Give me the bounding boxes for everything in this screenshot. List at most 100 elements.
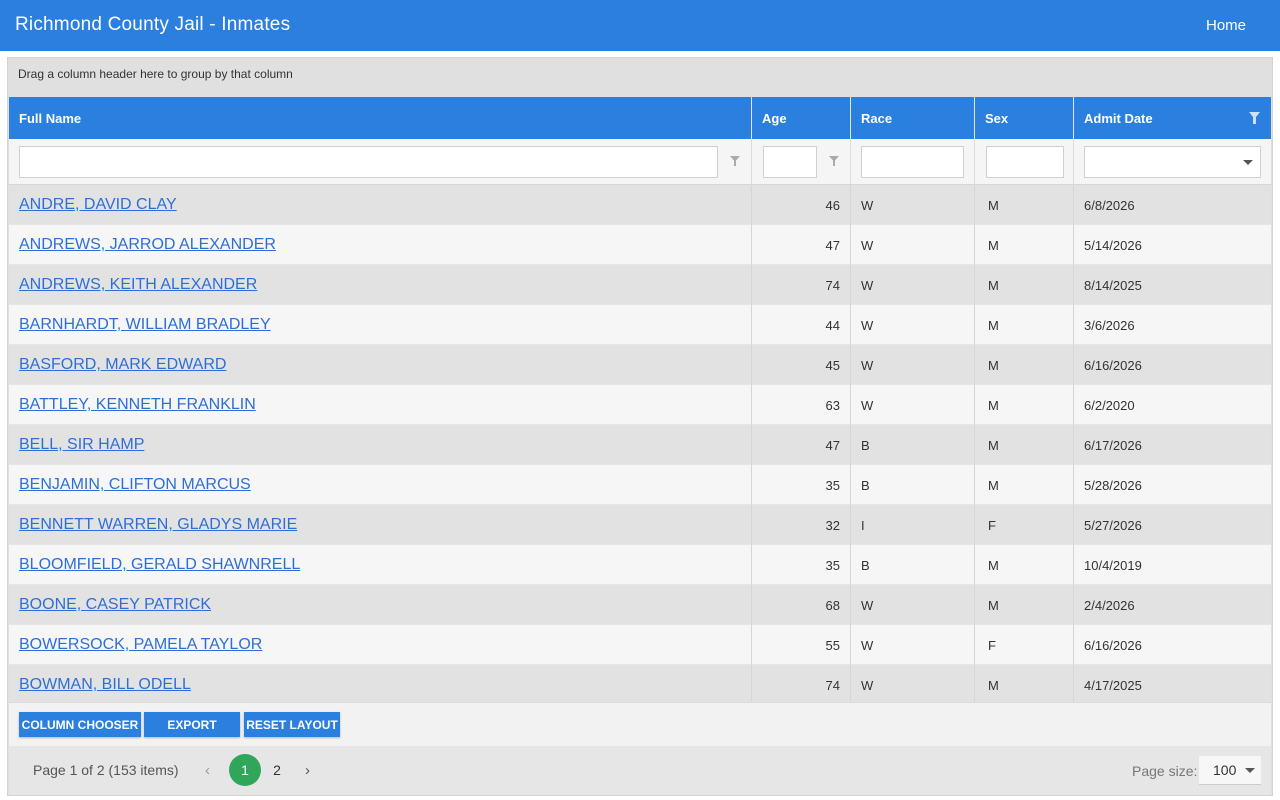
age-cell: 68 (752, 585, 851, 625)
group-panel[interactable]: Drag a column header here to group by th… (8, 58, 1272, 96)
filter-cell-full-name (9, 139, 752, 185)
inmate-name-link[interactable]: BENNETT WARREN, GLADYS MARIE (19, 516, 297, 533)
age-cell: 44 (752, 305, 851, 345)
admit-date-cell: 3/6/2026 (1084, 318, 1135, 333)
pager: Page 1 of 2 (153 items) ‹ 1 2 › Page siz… (9, 746, 1271, 795)
race-cell: B (851, 545, 975, 585)
grid-toolbar: COLUMN CHOOSER EXPORT RESET LAYOUT (9, 702, 1271, 746)
grid-body: ANDRE, DAVID CLAY 46 W M 6/8/2026 ANDREWS, J… (9, 185, 1271, 702)
inmate-name-link[interactable]: BOWMAN, BILL ODELL (19, 676, 191, 693)
inmate-name-link[interactable]: ANDREWS, KEITH ALEXANDER (19, 276, 257, 293)
home-link[interactable]: Home (1206, 17, 1246, 34)
chevron-left-icon[interactable]: ‹ (205, 762, 210, 779)
chevron-down-icon (1245, 768, 1255, 773)
sex-cell: F (975, 505, 1074, 545)
full-name-cell: BOONE, CASEY PATRICK (9, 585, 752, 625)
full-name-cell: BENJAMIN, CLIFTON MARCUS (9, 465, 752, 505)
full-name-cell: BENNETT WARREN, GLADYS MARIE (9, 505, 752, 545)
filter-icon[interactable] (829, 156, 839, 166)
admit-date-cell: 5/28/2026 (1084, 478, 1142, 493)
table-row: BARNHARDT, WILLIAM BRADLEY 44 W M 3/6/2026 (9, 305, 1271, 345)
race-cell: W (851, 625, 975, 665)
table-row: BOONE, CASEY PATRICK 68 W M 2/4/2026 (9, 585, 1271, 625)
sex-cell: M (975, 385, 1074, 425)
app-header: Richmond County Jail - Inmates Home (0, 0, 1280, 51)
admit-date-cell: 2/4/2026 (1084, 598, 1135, 613)
chevron-right-icon[interactable]: › (305, 762, 310, 779)
full-name-cell: BLOOMFIELD, GERALD SHAWNRELL (9, 545, 752, 585)
column-header-full-name[interactable]: Full Name (9, 97, 752, 139)
inmate-name-link[interactable]: BASFORD, MARK EDWARD (19, 356, 226, 373)
filter-icon[interactable] (1249, 112, 1260, 124)
race-cell: W (851, 305, 975, 345)
admit-date-cell: 6/16/2026 (1084, 638, 1142, 653)
race-cell: W (851, 345, 975, 385)
page-button-2[interactable]: 2 (261, 754, 293, 786)
table-row: ANDREWS, JARROD ALEXANDER 47 W M 5/14/2026 (9, 225, 1271, 265)
inmate-name-link[interactable]: ANDRE, DAVID CLAY (19, 196, 177, 213)
table-row: BENJAMIN, CLIFTON MARCUS 35 B M 5/28/2026 (9, 465, 1271, 505)
table-row: BELL, SIR HAMP 47 B M 6/17/2026 (9, 425, 1271, 465)
chevron-down-icon (1243, 160, 1253, 165)
age-cell: 55 (752, 625, 851, 665)
sex-cell: M (975, 305, 1074, 345)
race-filter-input[interactable] (861, 146, 964, 178)
column-header-sex[interactable]: Sex (975, 97, 1074, 139)
filter-icon[interactable] (730, 156, 740, 166)
column-header-row: Full Name Age Race Sex Admit Date (9, 97, 1271, 139)
full-name-filter-input[interactable] (19, 146, 718, 178)
admit-date-cell: 6/16/2026 (1084, 358, 1142, 373)
column-chooser-button[interactable]: COLUMN CHOOSER (19, 712, 141, 737)
page-size-value: 100 (1213, 762, 1237, 778)
page-button-1[interactable]: 1 (229, 754, 261, 786)
table-row: BOWERSOCK, PAMELA TAYLOR 55 W F 6/16/2026 (9, 625, 1271, 665)
page-size-select[interactable]: 100 (1199, 756, 1261, 785)
age-cell: 35 (752, 465, 851, 505)
table-row: BLOOMFIELD, GERALD SHAWNRELL 35 B M 10/4/201… (9, 545, 1271, 585)
admit-date-filter-select[interactable] (1084, 146, 1261, 178)
admit-date-cell: 5/14/2026 (1084, 238, 1142, 253)
inmate-name-link[interactable]: BOWERSOCK, PAMELA TAYLOR (19, 636, 262, 653)
inmate-name-link[interactable]: BLOOMFIELD, GERALD SHAWNRELL (19, 556, 300, 573)
inmate-name-link[interactable]: BATTLEY, KENNETH FRANKLIN (19, 396, 256, 413)
sex-cell: F (975, 625, 1074, 665)
admit-date-cell: 10/4/2019 (1084, 558, 1142, 573)
sex-cell: M (975, 185, 1074, 225)
table-row: BASFORD, MARK EDWARD 45 W M 6/16/2026 (9, 345, 1271, 385)
reset-layout-button[interactable]: RESET LAYOUT (244, 712, 340, 737)
table-row: ANDREWS, KEITH ALEXANDER 74 W M 8/14/2025 (9, 265, 1271, 305)
inmate-name-link[interactable]: ANDREWS, JARROD ALEXANDER (19, 236, 276, 253)
sex-cell: M (975, 425, 1074, 465)
race-cell: W (851, 225, 975, 265)
table-row: BENNETT WARREN, GLADYS MARIE 32 I F 5/27/202… (9, 505, 1271, 545)
full-name-cell: BARNHARDT, WILLIAM BRADLEY (9, 305, 752, 345)
sex-cell: M (975, 545, 1074, 585)
age-cell: 74 (752, 665, 851, 702)
column-header-age[interactable]: Age (752, 97, 851, 139)
sex-cell: M (975, 665, 1074, 702)
age-cell: 47 (752, 225, 851, 265)
table-row: BOWMAN, BILL ODELL 74 W M 4/17/2025 (9, 665, 1271, 702)
inmate-name-link[interactable]: BELL, SIR HAMP (19, 436, 144, 453)
page-size-label: Page size: (1132, 763, 1198, 779)
sex-cell: M (975, 585, 1074, 625)
inmate-name-link[interactable]: BARNHARDT, WILLIAM BRADLEY (19, 316, 271, 333)
full-name-cell: ANDREWS, KEITH ALEXANDER (9, 265, 752, 305)
race-cell: W (851, 665, 975, 702)
sex-filter-input[interactable] (986, 146, 1064, 178)
age-filter-input[interactable] (763, 146, 817, 178)
admit-date-cell: 4/17/2025 (1084, 678, 1142, 693)
inmate-name-link[interactable]: BENJAMIN, CLIFTON MARCUS (19, 476, 251, 493)
export-button[interactable]: EXPORT (144, 712, 240, 737)
full-name-cell: BELL, SIR HAMP (9, 425, 752, 465)
full-name-cell: BASFORD, MARK EDWARD (9, 345, 752, 385)
table-row: BATTLEY, KENNETH FRANKLIN 63 W M 6/2/2020 (9, 385, 1271, 425)
age-cell: 45 (752, 345, 851, 385)
column-header-race[interactable]: Race (851, 97, 975, 139)
age-cell: 63 (752, 385, 851, 425)
sex-cell: M (975, 465, 1074, 505)
age-cell: 46 (752, 185, 851, 225)
inmate-name-link[interactable]: BOONE, CASEY PATRICK (19, 596, 211, 613)
column-header-admit-date[interactable]: Admit Date (1074, 97, 1271, 139)
sex-cell: M (975, 345, 1074, 385)
